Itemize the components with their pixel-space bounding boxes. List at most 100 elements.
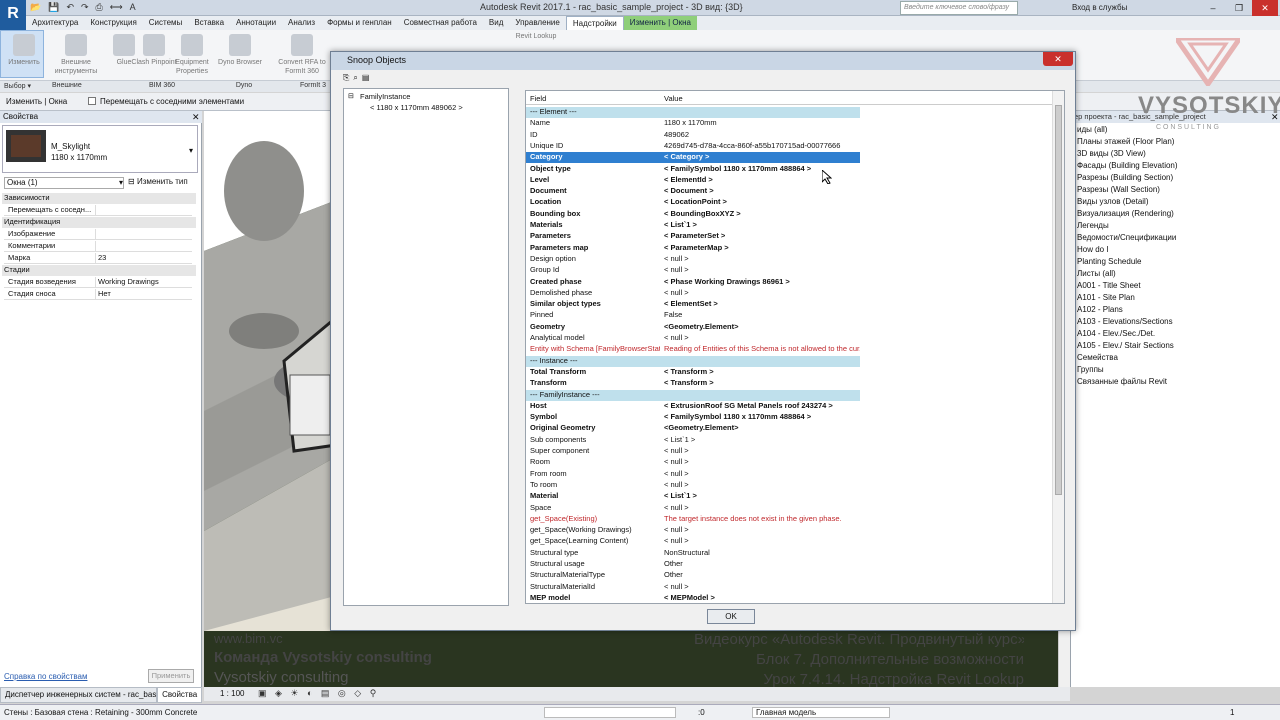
grid-scrollbar[interactable] (1052, 91, 1064, 603)
browser-item[interactable]: A104 - Elev./Sec./Det. (1077, 329, 1155, 338)
text-icon[interactable]: A (130, 2, 136, 14)
grid-row[interactable]: StructuralMaterialType Other (526, 570, 860, 581)
ok-button[interactable]: OK (707, 609, 755, 624)
grid-row[interactable]: ID 489062 (526, 130, 860, 141)
browser-item[interactable]: иды (all) (1077, 125, 1107, 134)
grid-row[interactable]: --- FamilyInstance --- (526, 389, 860, 401)
ribbon-tab[interactable]: Анализ (282, 16, 321, 30)
grid-row[interactable]: Structural usage Other (526, 559, 860, 570)
browser-item[interactable]: Планы этажей (Floor Plan) (1077, 137, 1174, 146)
grid-row[interactable]: MEP model < MEPModel > (526, 593, 860, 603)
grid-row[interactable]: Group Id < null > (526, 265, 860, 276)
tab-properties[interactable]: Свойства (157, 687, 202, 703)
grid-row[interactable]: Demolished phase < null > (526, 288, 860, 299)
grid-row[interactable]: Location < LocationPoint > (526, 197, 860, 208)
property-row[interactable]: Стадия возведения Working Drawings (4, 277, 192, 288)
close-icon[interactable]: ✕ (192, 112, 200, 123)
workset-selector[interactable] (544, 707, 676, 718)
grid-row[interactable]: Geometry <Geometry.Element> (526, 322, 860, 333)
undo-icon[interactable]: ↶ (66, 2, 74, 14)
convert-rfa-button[interactable]: Convert RFA to FormIt 360 (278, 34, 326, 76)
browser-item[interactable]: Ведомости/Спецификации (1077, 233, 1176, 242)
browser-item[interactable]: A101 - Site Plan (1077, 293, 1135, 302)
grid-row[interactable]: Unique ID 4269d745-d78a-4cca-860f-a55b170… (526, 141, 860, 152)
browser-item[interactable]: 3D виды (3D View) (1077, 149, 1146, 158)
grid-row[interactable]: Document < Document > (526, 186, 860, 197)
browser-item[interactable]: A103 - Elevations/Sections (1077, 317, 1173, 326)
property-section[interactable]: Идентификация (2, 217, 196, 228)
ribbon-tab[interactable]: Архитектура (26, 16, 84, 30)
tree-child[interactable]: < 1180 x 1170mm 489062 > (370, 103, 463, 112)
type-selector[interactable]: M_Skylight 1180 x 1170mm ▾ (2, 125, 198, 173)
browser-item[interactable]: Связанные файлы Revit (1077, 377, 1167, 386)
grid-row[interactable]: Category < Category > (526, 152, 860, 164)
grid-row[interactable]: StructuralMaterialId < null > (526, 582, 860, 593)
browser-item[interactable]: Planting Schedule (1077, 257, 1142, 266)
ribbon-tab[interactable]: Аннотации (230, 16, 282, 30)
sign-in-link[interactable]: Вход в службы (1072, 3, 1127, 12)
grid-row[interactable]: Transform < Transform > (526, 378, 860, 389)
grid-row[interactable]: Similar object types < ElementSet > (526, 299, 860, 310)
grid-row[interactable]: Analytical model < null > (526, 333, 860, 344)
minimize-icon[interactable]: – (1200, 0, 1226, 16)
browser-item[interactable]: Легенды (1077, 221, 1109, 230)
instance-selector[interactable]: Окна (1) ▾ (4, 177, 124, 189)
ribbon-tab[interactable]: Управление (509, 16, 565, 30)
grid-row[interactable]: Space < null > (526, 503, 860, 514)
grid-row[interactable]: Object type < FamilySymbol 1180 x 1170mm … (526, 164, 860, 175)
grid-row[interactable]: Level < ElementId > (526, 175, 860, 186)
grid-row[interactable]: Name 1180 x 1170mm (526, 118, 860, 129)
property-value[interactable] (96, 229, 98, 239)
browser-item[interactable]: How do I (1077, 245, 1109, 254)
property-value[interactable]: 23 (96, 253, 106, 263)
grid-row[interactable]: To room < null > (526, 480, 860, 491)
grid-row[interactable]: Created phase < Phase Working Drawings 86… (526, 277, 860, 288)
revit-logo[interactable]: R (0, 0, 26, 30)
browser-item[interactable]: Семейства (1077, 353, 1118, 362)
copy-icon[interactable]: ⎘ (343, 73, 349, 85)
ribbon-tab[interactable]: Надстройки (565, 16, 624, 30)
grid-row[interactable]: get_Space(Existing) The target instance d… (526, 514, 860, 525)
ribbon-tab[interactable]: Конструкция (84, 16, 142, 30)
move-with-nearby-checkbox[interactable] (88, 97, 96, 105)
property-row[interactable]: Изображение (4, 229, 192, 240)
view-scale[interactable]: 1 : 100 (220, 689, 244, 698)
ribbon-tab[interactable]: Вид (483, 16, 509, 30)
ribbon-tab[interactable]: Формы и генплан (321, 16, 398, 30)
grid-row[interactable]: Total Transform < Transform > (526, 367, 860, 378)
column-value[interactable]: Value (660, 91, 687, 104)
property-value[interactable]: Working Drawings (96, 277, 159, 287)
ribbon-tab[interactable]: Совместная работа (398, 16, 483, 30)
save-icon[interactable]: 💾 (48, 2, 59, 14)
property-value[interactable]: Нет (96, 289, 111, 299)
help-link[interactable]: Справка по свойствам (4, 672, 87, 681)
grid-row[interactable]: Bounding box < BoundingBoxXYZ > (526, 209, 860, 220)
property-row[interactable]: Стадия сноса Нет (4, 289, 192, 300)
grid-row[interactable]: Entity with Schema [FamilyBrowserStat...… (526, 344, 860, 355)
external-tools-button[interactable]: Внешние инструменты (52, 34, 100, 76)
edit-type-button[interactable]: ⊟ Изменить тип (128, 177, 188, 186)
grid-row[interactable]: Materials < List`1 > (526, 220, 860, 231)
measure-icon[interactable]: ⟷ (110, 2, 123, 14)
browser-item[interactable]: A105 - Elev./ Stair Sections (1077, 341, 1174, 350)
grid-row[interactable]: Original Geometry <Geometry.Element> (526, 423, 860, 434)
property-row[interactable]: Комментарии (4, 241, 192, 252)
close-icon[interactable]: ✕ (1252, 0, 1278, 16)
grid-row[interactable]: Sub components < List`1 > (526, 435, 860, 446)
grid-row[interactable]: Parameters < ParameterSet > (526, 231, 860, 242)
grid-row[interactable]: From room < null > (526, 469, 860, 480)
apply-button[interactable]: Применить (148, 669, 194, 683)
grid-row[interactable]: Material < List`1 > (526, 491, 860, 502)
grid-row[interactable]: Symbol < FamilySymbol 1180 x 1170mm 48886… (526, 412, 860, 423)
property-row[interactable]: Марка 23 (4, 253, 192, 264)
panel-label[interactable]: Выбор ▾ (0, 81, 48, 92)
view-control-icons[interactable]: ▣ ◈ ☀ ◐ ▤ ◎ ◇ ⚲ (258, 688, 379, 699)
maximize-icon[interactable]: ❐ (1226, 0, 1252, 16)
ribbon-tab[interactable]: Вставка (188, 16, 230, 30)
tree-root[interactable]: FamilyInstance (360, 92, 410, 101)
open-icon[interactable]: 📂 (30, 2, 41, 14)
grid-row[interactable]: Design option < null > (526, 254, 860, 265)
browser-item[interactable]: Разрезы (Wall Section) (1077, 185, 1160, 194)
property-section[interactable]: Зависимости (2, 193, 196, 204)
grid-row[interactable]: Parameters map < ParameterMap > (526, 243, 860, 254)
